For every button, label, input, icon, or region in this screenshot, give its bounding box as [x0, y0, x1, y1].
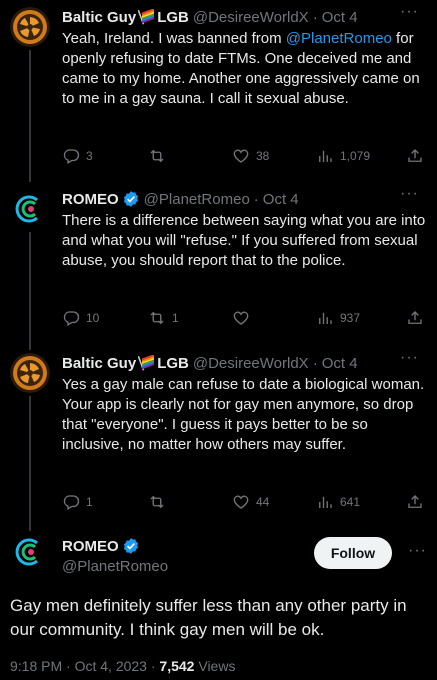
views-total: 7,542 [159, 658, 195, 674]
display-name[interactable]: ROMEO [62, 191, 119, 208]
views-count: 1,079 [340, 149, 371, 163]
like-count: 38 [256, 149, 270, 163]
more-icon[interactable]: ··· [408, 542, 427, 560]
display-name[interactable]: Baltic Guy [62, 9, 136, 26]
more-icon[interactable]: ··· [400, 3, 419, 21]
views-button[interactable]: 937 [316, 309, 406, 327]
avatar[interactable] [10, 532, 50, 572]
separator-dot: · [312, 354, 318, 372]
tweet-text: There is a difference between saying wha… [62, 212, 426, 269]
tweet-1[interactable]: Baltic Guy LGB @DesireeWorldX · Oct 4 ··… [0, 0, 437, 182]
reply-count: 3 [86, 149, 93, 163]
views-button[interactable]: 1,079 [316, 147, 406, 165]
thread-line [29, 232, 31, 350]
reply-count: 10 [86, 311, 100, 325]
display-name[interactable]: Baltic Guy [62, 355, 136, 372]
reply-button[interactable]: 3 [62, 147, 148, 165]
like-button[interactable] [232, 309, 316, 327]
like-icon [232, 309, 250, 327]
views-button[interactable]: 641 [316, 493, 406, 511]
avatar[interactable] [10, 7, 50, 47]
reply-button[interactable]: 1 [62, 493, 148, 511]
separator-dot: · [253, 190, 259, 208]
handle[interactable]: @PlanetRomeo [144, 191, 250, 208]
display-name-suffix[interactable]: LGB [157, 9, 189, 26]
tweet-3[interactable]: Baltic Guy LGB @DesireeWorldX · Oct 4 ··… [0, 346, 437, 531]
share-icon [406, 493, 424, 511]
reply-icon [62, 147, 80, 165]
rainbow-flag-icon [138, 9, 155, 25]
thread-line [29, 50, 31, 182]
like-button[interactable]: 44 [232, 493, 316, 511]
reply-button[interactable]: 10 [62, 309, 148, 327]
follow-button[interactable]: Follow [314, 537, 392, 569]
display-name-suffix[interactable]: LGB [157, 355, 189, 372]
timestamp[interactable]: Oct 4 [322, 355, 358, 372]
views-icon [316, 147, 334, 165]
main-tweet-text: Gay men definitely suffer less than any … [10, 596, 407, 639]
repost-button[interactable]: 1 [148, 309, 232, 327]
share-button[interactable] [406, 309, 424, 327]
views-count: 937 [340, 311, 361, 325]
like-button[interactable]: 38 [232, 147, 316, 165]
repost-count: 1 [172, 311, 179, 325]
like-count: 44 [256, 495, 270, 509]
share-icon [406, 309, 424, 327]
repost-icon [148, 147, 166, 165]
reply-icon [62, 309, 80, 327]
thread-line [29, 396, 31, 531]
share-button[interactable] [406, 493, 424, 511]
verified-icon [122, 537, 140, 555]
repost-icon [148, 493, 166, 511]
reply-count: 1 [86, 495, 93, 509]
more-icon[interactable]: ··· [400, 185, 419, 203]
tweet-text: Yes a gay male can refuse to date a biol… [62, 376, 425, 453]
like-icon [232, 493, 250, 511]
like-icon [232, 147, 250, 165]
repost-icon [148, 309, 166, 327]
repost-button[interactable] [148, 147, 232, 165]
avatar[interactable] [10, 353, 50, 393]
timestamp[interactable]: Oct 4 [322, 9, 358, 26]
views-count: 641 [340, 495, 361, 509]
views-icon [316, 493, 334, 511]
share-button[interactable] [406, 147, 424, 165]
avatar[interactable] [10, 189, 50, 229]
tweet-text-start: Yeah, Ireland. I was banned from [62, 30, 286, 47]
timestamp[interactable]: Oct 4 [263, 191, 299, 208]
tweet-text: Yeah, Ireland. I was banned from @Planet… [62, 29, 429, 109]
display-name[interactable]: ROMEO [62, 538, 119, 555]
tweet-2[interactable]: ROMEO @PlanetRomeo · Oct 4 ··· There is … [0, 182, 437, 350]
separator-dot: · [312, 8, 318, 26]
more-icon[interactable]: ··· [400, 349, 419, 367]
rainbow-flag-icon [138, 355, 155, 371]
views-label: Views [198, 658, 236, 674]
handle[interactable]: @DesireeWorldX [193, 355, 309, 372]
reply-icon [62, 493, 80, 511]
views-icon [316, 309, 334, 327]
repost-button[interactable] [148, 493, 232, 511]
handle[interactable]: @DesireeWorldX [193, 9, 309, 26]
mention-link[interactable]: @PlanetRomeo [286, 30, 392, 47]
share-icon [406, 147, 424, 165]
tweet-meta: 9:18 PM · Oct 4, 2023 · 7,542 Views [10, 658, 235, 674]
verified-icon [122, 190, 140, 208]
main-timestamp[interactable]: 9:18 PM · Oct 4, 2023 [10, 658, 147, 674]
handle[interactable]: @PlanetRomeo [62, 558, 168, 575]
